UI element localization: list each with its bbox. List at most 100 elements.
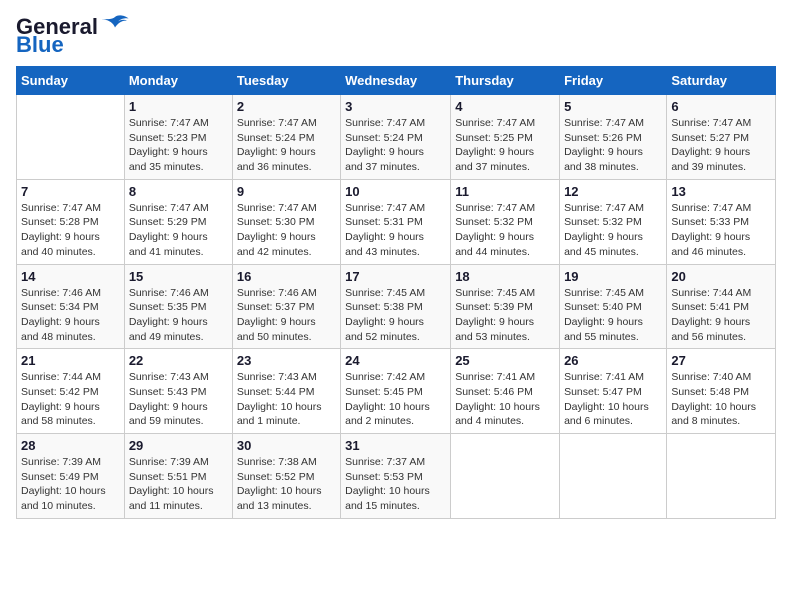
day-cell-2: 2Sunrise: 7:47 AM Sunset: 5:24 PM Daylig…	[232, 95, 340, 180]
col-header-monday: Monday	[124, 67, 232, 95]
day-number-3: 3	[345, 99, 446, 114]
day-cell-6: 6 Sunrise: 7:47 AM Sunset: 5:27 PM Daylig…	[667, 95, 776, 180]
day-number-13: 13	[671, 184, 771, 199]
day-number-24: 24	[345, 353, 446, 368]
day-info-29: Sunrise: 7:39 AM Sunset: 5:51 PM Dayligh…	[129, 455, 228, 514]
empty-cell	[667, 434, 776, 519]
day-cell-17: 17 Sunrise: 7:45 AM Sunset: 5:38 PM Dayli…	[341, 264, 451, 349]
day-cell-1: 1 Sunrise: 7:47 AM Sunset: 5:23 PM Daylig…	[124, 95, 232, 180]
day-number-28: 28	[21, 438, 120, 453]
day-number-25: 25	[455, 353, 555, 368]
header-row: SundayMondayTuesdayWednesdayThursdayFrid…	[17, 67, 776, 95]
day-info-14: Sunrise: 7:46 AM Sunset: 5:34 PM Dayligh…	[21, 286, 120, 345]
day-info-19: Sunrise: 7:45 AM Sunset: 5:40 PM Dayligh…	[564, 286, 662, 345]
day-info-23: Sunrise: 7:43 AM Sunset: 5:44 PM Dayligh…	[237, 370, 336, 429]
col-header-friday: Friday	[560, 67, 667, 95]
empty-cell	[17, 95, 125, 180]
day-cell-23: 23 Sunrise: 7:43 AM Sunset: 5:44 PM Dayli…	[232, 349, 340, 434]
day-cell-19: 19 Sunrise: 7:45 AM Sunset: 5:40 PM Dayli…	[560, 264, 667, 349]
day-cell-11: 11Sunrise: 7:47 AM Sunset: 5:32 PM Dayli…	[451, 179, 560, 264]
col-header-tuesday: Tuesday	[232, 67, 340, 95]
day-number-10: 10	[345, 184, 446, 199]
day-info-28: Sunrise: 7:39 AM Sunset: 5:49 PM Dayligh…	[21, 455, 120, 514]
day-number-2: 2	[237, 99, 336, 114]
col-header-wednesday: Wednesday	[341, 67, 451, 95]
day-number-21: 21	[21, 353, 120, 368]
day-cell-22: 22Sunrise: 7:43 AM Sunset: 5:43 PM Dayli…	[124, 349, 232, 434]
day-info-22: Sunrise: 7:43 AM Sunset: 5:43 PM Dayligh…	[129, 370, 228, 429]
day-number-17: 17	[345, 269, 446, 284]
day-cell-15: 15 Sunrise: 7:46 AM Sunset: 5:35 PM Dayli…	[124, 264, 232, 349]
day-number-27: 27	[671, 353, 771, 368]
day-cell-26: 26 Sunrise: 7:41 AM Sunset: 5:47 PM Dayli…	[560, 349, 667, 434]
day-number-1: 1	[129, 99, 228, 114]
day-info-13: Sunrise: 7:47 AM Sunset: 5:33 PM Dayligh…	[671, 201, 771, 260]
day-cell-24: 24 Sunrise: 7:42 AM Sunset: 5:45 PM Dayli…	[341, 349, 451, 434]
day-cell-10: 10 Sunrise: 7:47 AM Sunset: 5:31 PM Dayli…	[341, 179, 451, 264]
day-info-6: Sunrise: 7:47 AM Sunset: 5:27 PM Dayligh…	[671, 116, 771, 175]
day-cell-7: 7 Sunrise: 7:47 AM Sunset: 5:28 PM Daylig…	[17, 179, 125, 264]
day-cell-18: 18Sunrise: 7:45 AM Sunset: 5:39 PM Dayli…	[451, 264, 560, 349]
header: General Blue	[16, 16, 776, 56]
day-number-16: 16	[237, 269, 336, 284]
day-number-7: 7	[21, 184, 120, 199]
day-number-12: 12	[564, 184, 662, 199]
col-header-thursday: Thursday	[451, 67, 560, 95]
day-info-1: Sunrise: 7:47 AM Sunset: 5:23 PM Dayligh…	[129, 116, 228, 175]
day-cell-4: 4Sunrise: 7:47 AM Sunset: 5:25 PM Daylig…	[451, 95, 560, 180]
day-info-7: Sunrise: 7:47 AM Sunset: 5:28 PM Dayligh…	[21, 201, 120, 260]
day-info-24: Sunrise: 7:42 AM Sunset: 5:45 PM Dayligh…	[345, 370, 446, 429]
day-cell-28: 28 Sunrise: 7:39 AM Sunset: 5:49 PM Dayli…	[17, 434, 125, 519]
day-number-18: 18	[455, 269, 555, 284]
day-cell-25: 25Sunrise: 7:41 AM Sunset: 5:46 PM Dayli…	[451, 349, 560, 434]
day-number-20: 20	[671, 269, 771, 284]
day-info-10: Sunrise: 7:47 AM Sunset: 5:31 PM Dayligh…	[345, 201, 446, 260]
week-row-2: 7 Sunrise: 7:47 AM Sunset: 5:28 PM Daylig…	[17, 179, 776, 264]
day-cell-20: 20Sunrise: 7:44 AM Sunset: 5:41 PM Dayli…	[667, 264, 776, 349]
day-number-19: 19	[564, 269, 662, 284]
logo-bird-icon	[100, 13, 130, 33]
day-cell-8: 8 Sunrise: 7:47 AM Sunset: 5:29 PM Daylig…	[124, 179, 232, 264]
day-info-16: Sunrise: 7:46 AM Sunset: 5:37 PM Dayligh…	[237, 286, 336, 345]
day-number-15: 15	[129, 269, 228, 284]
day-number-11: 11	[455, 184, 555, 199]
day-info-9: Sunrise: 7:47 AM Sunset: 5:30 PM Dayligh…	[237, 201, 336, 260]
day-info-27: Sunrise: 7:40 AM Sunset: 5:48 PM Dayligh…	[671, 370, 771, 429]
week-row-5: 28 Sunrise: 7:39 AM Sunset: 5:49 PM Dayli…	[17, 434, 776, 519]
day-cell-9: 9 Sunrise: 7:47 AM Sunset: 5:30 PM Daylig…	[232, 179, 340, 264]
col-header-saturday: Saturday	[667, 67, 776, 95]
day-number-5: 5	[564, 99, 662, 114]
day-cell-12: 12 Sunrise: 7:47 AM Sunset: 5:32 PM Dayli…	[560, 179, 667, 264]
day-number-26: 26	[564, 353, 662, 368]
day-number-8: 8	[129, 184, 228, 199]
day-cell-27: 27 Sunrise: 7:40 AM Sunset: 5:48 PM Dayli…	[667, 349, 776, 434]
col-header-sunday: Sunday	[17, 67, 125, 95]
day-cell-29: 29 Sunrise: 7:39 AM Sunset: 5:51 PM Dayli…	[124, 434, 232, 519]
day-info-26: Sunrise: 7:41 AM Sunset: 5:47 PM Dayligh…	[564, 370, 662, 429]
day-number-14: 14	[21, 269, 120, 284]
day-info-15: Sunrise: 7:46 AM Sunset: 5:35 PM Dayligh…	[129, 286, 228, 345]
day-number-23: 23	[237, 353, 336, 368]
empty-cell	[451, 434, 560, 519]
day-info-30: Sunrise: 7:38 AM Sunset: 5:52 PM Dayligh…	[237, 455, 336, 514]
day-number-4: 4	[455, 99, 555, 114]
day-info-21: Sunrise: 7:44 AM Sunset: 5:42 PM Dayligh…	[21, 370, 120, 429]
day-info-8: Sunrise: 7:47 AM Sunset: 5:29 PM Dayligh…	[129, 201, 228, 260]
day-info-17: Sunrise: 7:45 AM Sunset: 5:38 PM Dayligh…	[345, 286, 446, 345]
day-info-12: Sunrise: 7:47 AM Sunset: 5:32 PM Dayligh…	[564, 201, 662, 260]
logo: General Blue	[16, 16, 130, 56]
day-info-5: Sunrise: 7:47 AM Sunset: 5:26 PM Dayligh…	[564, 116, 662, 175]
logo-blue-text: Blue	[16, 34, 64, 56]
day-number-30: 30	[237, 438, 336, 453]
day-number-6: 6	[671, 99, 771, 114]
day-cell-16: 16 Sunrise: 7:46 AM Sunset: 5:37 PM Dayli…	[232, 264, 340, 349]
day-number-9: 9	[237, 184, 336, 199]
day-cell-31: 31Sunrise: 7:37 AM Sunset: 5:53 PM Dayli…	[341, 434, 451, 519]
calendar-table: SundayMondayTuesdayWednesdayThursdayFrid…	[16, 66, 776, 519]
day-cell-5: 5 Sunrise: 7:47 AM Sunset: 5:26 PM Daylig…	[560, 95, 667, 180]
week-row-3: 14 Sunrise: 7:46 AM Sunset: 5:34 PM Dayli…	[17, 264, 776, 349]
week-row-1: 1 Sunrise: 7:47 AM Sunset: 5:23 PM Daylig…	[17, 95, 776, 180]
day-cell-14: 14 Sunrise: 7:46 AM Sunset: 5:34 PM Dayli…	[17, 264, 125, 349]
day-info-31: Sunrise: 7:37 AM Sunset: 5:53 PM Dayligh…	[345, 455, 446, 514]
day-number-29: 29	[129, 438, 228, 453]
